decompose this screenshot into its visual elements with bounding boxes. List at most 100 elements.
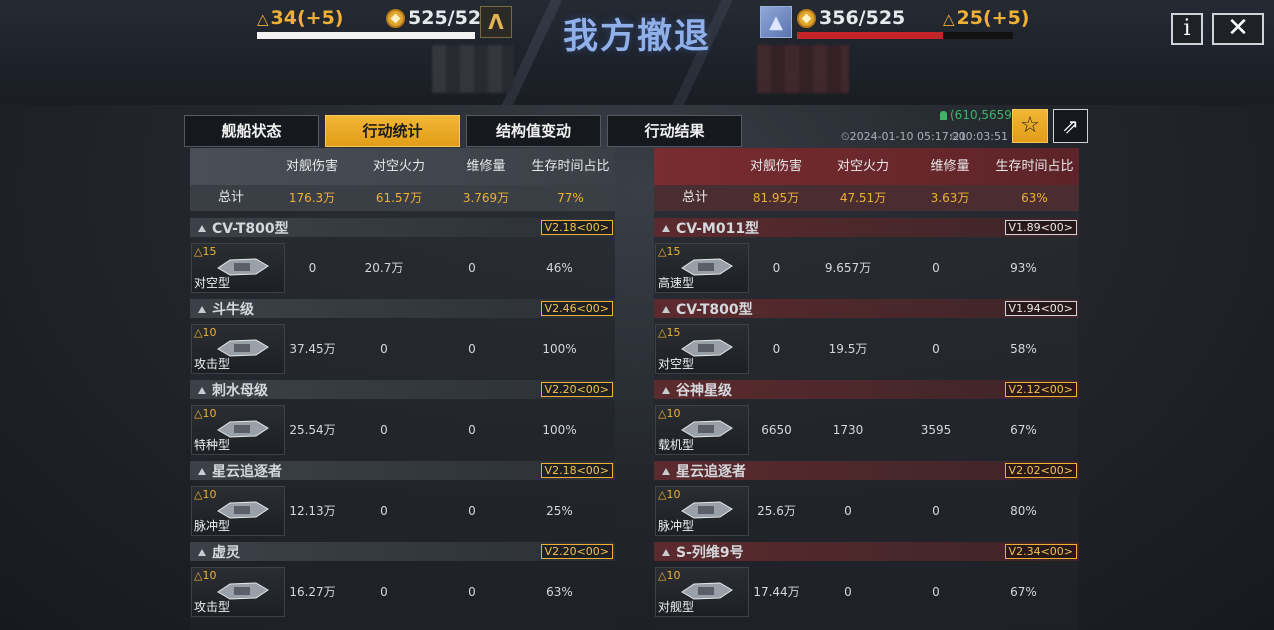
- ship-row[interactable]: 虚灵 V2.20<00> △10 攻击型 16.27万 0 0 63%: [190, 542, 615, 623]
- ship-repair: 0: [468, 422, 476, 437]
- ship-damage: 17.44万: [753, 585, 800, 599]
- ship-role: 载机型: [658, 437, 695, 452]
- ally-energy-value: 34(+5): [270, 7, 344, 29]
- ship-anti-air: 0: [844, 584, 852, 599]
- ship-name: S-列维9号: [676, 544, 744, 561]
- ship-survival: 63%: [546, 584, 573, 599]
- tab-action-result[interactable]: 行动结果: [607, 115, 742, 147]
- ship-thumbnail[interactable]: △10 脉冲型: [655, 485, 749, 536]
- ship-header: 星云追逐者 V2.02<00>: [654, 461, 1079, 480]
- col-survival: 生存时间占比: [531, 159, 610, 174]
- ship-thumbnail[interactable]: △10 攻击型: [191, 323, 285, 374]
- map-pin-icon: [940, 111, 947, 120]
- ship-survival: 80%: [1010, 503, 1037, 518]
- ship-role: 攻击型: [194, 356, 231, 371]
- share-button[interactable]: ⇗: [1053, 109, 1088, 143]
- ship-class-icon: [662, 224, 670, 232]
- total-repair: 3.769万: [462, 191, 510, 205]
- enemy-hp: 356/525: [797, 7, 905, 29]
- ship-level: △15: [658, 325, 681, 339]
- ship-repair: 0: [932, 341, 940, 356]
- ship-class-icon: [198, 467, 206, 475]
- ship-thumbnail[interactable]: △10 攻击型: [191, 566, 285, 617]
- ship-survival: 93%: [1010, 260, 1037, 275]
- favorite-button[interactable]: ☆: [1012, 109, 1048, 143]
- ship-stats: △10 脉冲型 25.6万 0 0 80%: [654, 480, 1079, 541]
- ship-row[interactable]: 刺水母级 V2.20<00> △10 特种型 25.54万 0 0 100%: [190, 380, 615, 461]
- close-button[interactable]: ✕: [1212, 13, 1264, 45]
- ship-row[interactable]: 谷神星级 V2.12<00> △10 载机型 6650 1730 3595 67%: [654, 380, 1079, 461]
- ship-level: △10: [658, 406, 681, 420]
- ship-level: △10: [658, 487, 681, 501]
- tab-action-stats[interactable]: 行动统计: [325, 115, 460, 147]
- enemy-hp-bar: [797, 32, 1013, 39]
- ship-survival: 100%: [542, 422, 577, 437]
- ship-thumbnail[interactable]: △15 对空型: [191, 242, 285, 293]
- page-title: 我方撤退: [562, 17, 711, 57]
- tab-ship-status[interactable]: 舰船状态: [184, 115, 319, 147]
- total-repair: 3.63万: [930, 191, 970, 205]
- ship-role: 脉冲型: [658, 518, 695, 533]
- ship-stats: △10 攻击型 37.45万 0 0 100%: [190, 318, 615, 379]
- ship-header: 虚灵 V2.20<00>: [190, 542, 615, 561]
- stats-header-row: 对舰伤害 对空火力 维修量 生存时间占比: [190, 148, 615, 185]
- total-label: 总计: [217, 190, 244, 205]
- ship-version-badge: V2.46<00>: [540, 301, 613, 316]
- total-damage: 81.95万: [752, 191, 800, 205]
- ship-version-badge: V2.20<00>: [540, 544, 613, 559]
- ship-repair: 0: [468, 341, 476, 356]
- battle-timestamp: ⏲2024-01-10 05:17:21: [841, 130, 967, 143]
- ship-class-icon: [662, 386, 670, 394]
- ship-damage: 25.54万: [289, 423, 336, 437]
- ship-class-icon: [662, 467, 670, 475]
- ship-thumbnail[interactable]: △15 对空型: [655, 323, 749, 374]
- ship-anti-air: 19.5万: [828, 342, 868, 356]
- ship-row[interactable]: 星云追逐者 V2.02<00> △10 脉冲型 25.6万 0 0 80%: [654, 461, 1079, 542]
- ship-version-badge: V2.18<00>: [540, 220, 613, 235]
- ship-damage: 0: [772, 260, 781, 275]
- ship-row[interactable]: CV-T800型 V2.18<00> △15 对空型 0 20.7万 0 46%: [190, 218, 615, 299]
- structure-coin-icon: [386, 8, 405, 28]
- ship-repair: 0: [468, 584, 476, 599]
- ship-name: 斗牛级: [212, 301, 254, 318]
- ship-name: CV-T800型: [676, 301, 753, 318]
- structure-coin-icon: [797, 8, 816, 28]
- ally-stats-panel: 对舰伤害 对空火力 维修量 生存时间占比 总计 176.3万 61.57万 3.…: [190, 148, 615, 630]
- ship-stats: △10 对舰型 17.44万 0 0 67%: [654, 561, 1079, 622]
- ship-thumbnail[interactable]: △10 脉冲型: [191, 485, 285, 536]
- ship-row[interactable]: 星云追逐者 V2.18<00> △10 脉冲型 12.13万 0 0 25%: [190, 461, 615, 542]
- ship-repair: 0: [468, 260, 476, 275]
- ship-row[interactable]: CV-T800型 V1.94<00> △15 对空型 0 19.5万 0 58%: [654, 299, 1079, 380]
- ship-header: S-列维9号 V2.34<00>: [654, 542, 1079, 561]
- enemy-hp-value: 356/525: [819, 7, 906, 29]
- enemy-player-avatar-blurred: [757, 45, 849, 93]
- ship-level: △10: [194, 406, 217, 420]
- ship-thumbnail[interactable]: △10 载机型: [655, 404, 749, 455]
- total-damage: 176.3万: [288, 191, 336, 205]
- ship-class-icon: [662, 548, 670, 556]
- ship-row[interactable]: CV-M011型 V1.89<00> △15 高速型 0 9.657万 0 93%: [654, 218, 1079, 299]
- ship-class-icon: [198, 224, 206, 232]
- total-survival: 63%: [1021, 191, 1048, 205]
- tab-structure-change[interactable]: 结构值变动: [466, 115, 601, 147]
- total-survival: 77%: [557, 191, 584, 205]
- location-code[interactable]: (610,5659): [940, 108, 1017, 122]
- ship-stats: △15 高速型 0 9.657万 0 93%: [654, 237, 1079, 298]
- ship-thumbnail[interactable]: △10 特种型: [191, 404, 285, 455]
- info-button[interactable]: i: [1171, 13, 1203, 45]
- ship-repair: 0: [932, 584, 940, 599]
- ship-thumbnail[interactable]: △10 对舰型: [655, 566, 749, 617]
- ship-row[interactable]: 斗牛级 V2.46<00> △10 攻击型 37.45万 0 0 100%: [190, 299, 615, 380]
- ship-level: △10: [658, 568, 681, 582]
- ship-stats: △15 对空型 0 19.5万 0 58%: [654, 318, 1079, 379]
- ship-stats: △15 对空型 0 20.7万 0 46%: [190, 237, 615, 298]
- ship-survival: 67%: [1010, 422, 1037, 437]
- ship-role: 攻击型: [194, 599, 231, 614]
- ship-row[interactable]: S-列维9号 V2.34<00> △10 对舰型 17.44万 0 0 67%: [654, 542, 1079, 623]
- ship-thumbnail[interactable]: △15 高速型: [655, 242, 749, 293]
- ship-survival: 46%: [546, 260, 573, 275]
- total-row: 总计 81.95万 47.51万 3.63万 63%: [654, 185, 1079, 211]
- ship-anti-air: 1730: [832, 422, 864, 437]
- total-label: 总计: [681, 190, 708, 205]
- ship-damage: 16.27万: [289, 585, 336, 599]
